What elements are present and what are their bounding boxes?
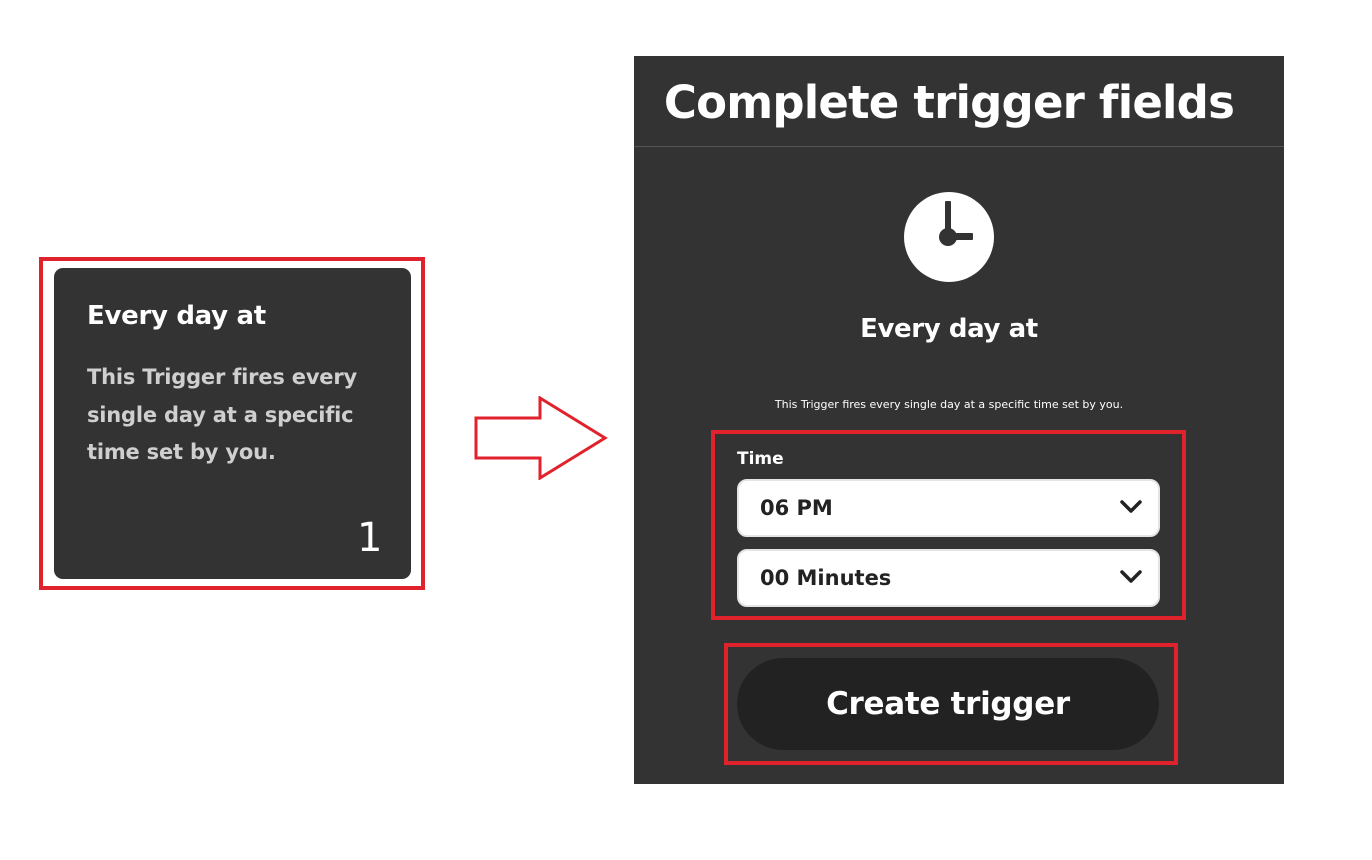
- highlight-box-step-2: [711, 430, 1186, 620]
- panel-divider: [634, 146, 1284, 147]
- trigger-title: Every day at: [860, 314, 1038, 344]
- tutorial-stage: Every day at This Trigger fires every si…: [0, 0, 1372, 860]
- step-number-3: 3: [1205, 683, 1231, 729]
- trigger-description: This Trigger fires every single day at a…: [774, 398, 1124, 411]
- step-number-1: 1: [357, 515, 383, 561]
- highlight-box-step-3: [724, 643, 1178, 765]
- panel-title: Complete trigger fields: [663, 76, 1235, 129]
- clock-icon: [904, 192, 994, 282]
- right-arrow-icon: [474, 396, 608, 480]
- step-number-2: 2: [1203, 493, 1229, 539]
